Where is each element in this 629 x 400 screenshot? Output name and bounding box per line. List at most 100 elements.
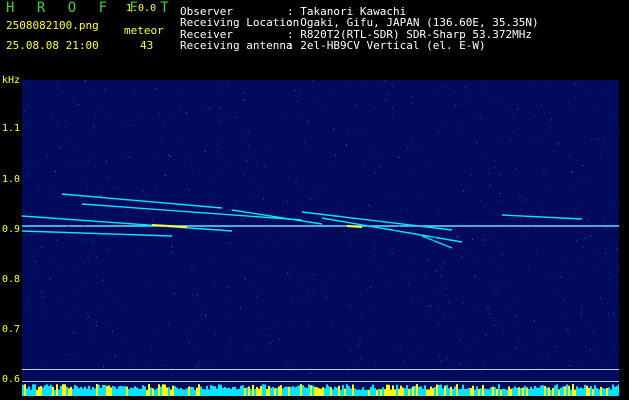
- noise-dot: [96, 321, 98, 323]
- band-bar: [160, 386, 162, 396]
- band-bar: [258, 388, 260, 396]
- noise-dot: [87, 284, 88, 286]
- noise-dot: [419, 196, 421, 198]
- noise-dot: [199, 344, 201, 346]
- band-bar: [42, 387, 44, 396]
- noise-dot: [495, 293, 497, 295]
- noise-dot: [235, 116, 237, 118]
- noise-dot: [255, 166, 257, 168]
- noise-dot: [76, 133, 78, 135]
- noise-dot: [593, 348, 595, 350]
- band-bar: [282, 388, 284, 396]
- noise-dot: [167, 154, 169, 156]
- band-bar: [280, 385, 282, 396]
- noise-dot: [420, 226, 422, 228]
- noise-dot: [263, 271, 265, 272]
- noise-dot: [129, 157, 131, 159]
- noise-dot: [349, 305, 351, 307]
- noise-dot: [517, 342, 519, 344]
- noise-dot: [395, 348, 397, 350]
- noise-dot: [500, 224, 502, 226]
- band-bar: [190, 386, 192, 396]
- band-bar: [306, 388, 308, 396]
- noise-dot: [453, 92, 455, 94]
- noise-dot: [480, 371, 482, 373]
- noise-dot: [130, 80, 132, 82]
- noise-dot: [434, 237, 436, 238]
- noise-dot: [234, 343, 236, 345]
- noise-dot: [155, 222, 157, 224]
- noise-speckle: [22, 80, 619, 376]
- band-bar: [510, 388, 512, 396]
- band-bar: [284, 386, 286, 396]
- noise-dot: [519, 208, 521, 210]
- band-bar: [32, 384, 34, 396]
- band-bar: [256, 386, 258, 396]
- band-bar: [386, 384, 388, 396]
- noise-dot: [163, 124, 165, 126]
- noise-dot: [599, 297, 601, 299]
- noise-dot: [550, 159, 552, 161]
- noise-dot: [463, 190, 465, 192]
- band-bar: [186, 388, 188, 396]
- band-bar: [548, 387, 550, 396]
- noise-dot: [168, 182, 170, 184]
- noise-dot: [227, 82, 229, 84]
- noise-dot: [427, 305, 428, 307]
- band-bar: [554, 385, 556, 396]
- noise-dot: [217, 171, 219, 173]
- noise-dot: [426, 277, 427, 279]
- noise-dot: [311, 199, 313, 201]
- band-bar: [154, 389, 156, 396]
- noise-dot: [439, 265, 440, 267]
- noise-dot: [201, 313, 202, 315]
- band-bar: [412, 386, 414, 396]
- noise-dot: [153, 287, 155, 289]
- noise-dot: [248, 180, 250, 182]
- noise-dot: [27, 104, 28, 106]
- noise-dot: [408, 224, 410, 226]
- noise-dot: [357, 345, 359, 347]
- noise-dot: [56, 340, 58, 342]
- band-bar: [404, 388, 406, 396]
- noise-dot: [434, 345, 436, 347]
- band-bar: [62, 384, 64, 396]
- noise-dot: [105, 161, 107, 163]
- noise-dot: [319, 264, 321, 266]
- noise-dot: [150, 345, 152, 347]
- noise-dot: [501, 201, 503, 203]
- noise-dot: [291, 300, 292, 302]
- noise-dot: [112, 330, 114, 332]
- noise-dot: [156, 125, 158, 127]
- noise-dot: [301, 184, 303, 186]
- noise-dot: [37, 188, 39, 190]
- noise-dot: [72, 249, 74, 251]
- band-bar: [268, 385, 270, 396]
- noise-dot: [503, 333, 505, 335]
- noise-dot: [25, 305, 27, 307]
- band-bar: [520, 388, 522, 396]
- noise-dot: [229, 198, 231, 200]
- noise-dot: [186, 112, 188, 114]
- noise-dot: [125, 277, 127, 279]
- band-bar: [446, 384, 448, 396]
- band-bar: [36, 389, 38, 396]
- meteor-streak: [81, 203, 303, 221]
- noise-dot: [314, 186, 315, 188]
- band-bar: [354, 388, 356, 396]
- band-bar: [392, 385, 394, 396]
- noise-dot: [162, 364, 164, 366]
- noise-dot: [538, 354, 540, 356]
- noise-dot: [408, 283, 410, 284]
- band-bar: [568, 385, 570, 396]
- noise-dot: [54, 171, 56, 172]
- noise-dot: [244, 351, 246, 353]
- band-bar: [128, 389, 130, 396]
- noise-dot: [162, 138, 164, 140]
- noise-dot: [466, 87, 468, 89]
- noise-dot: [33, 166, 35, 168]
- app-version: 1.0.0: [126, 3, 157, 14]
- band-bar: [260, 386, 262, 396]
- noise-dot: [257, 312, 259, 314]
- noise-dot: [191, 265, 193, 267]
